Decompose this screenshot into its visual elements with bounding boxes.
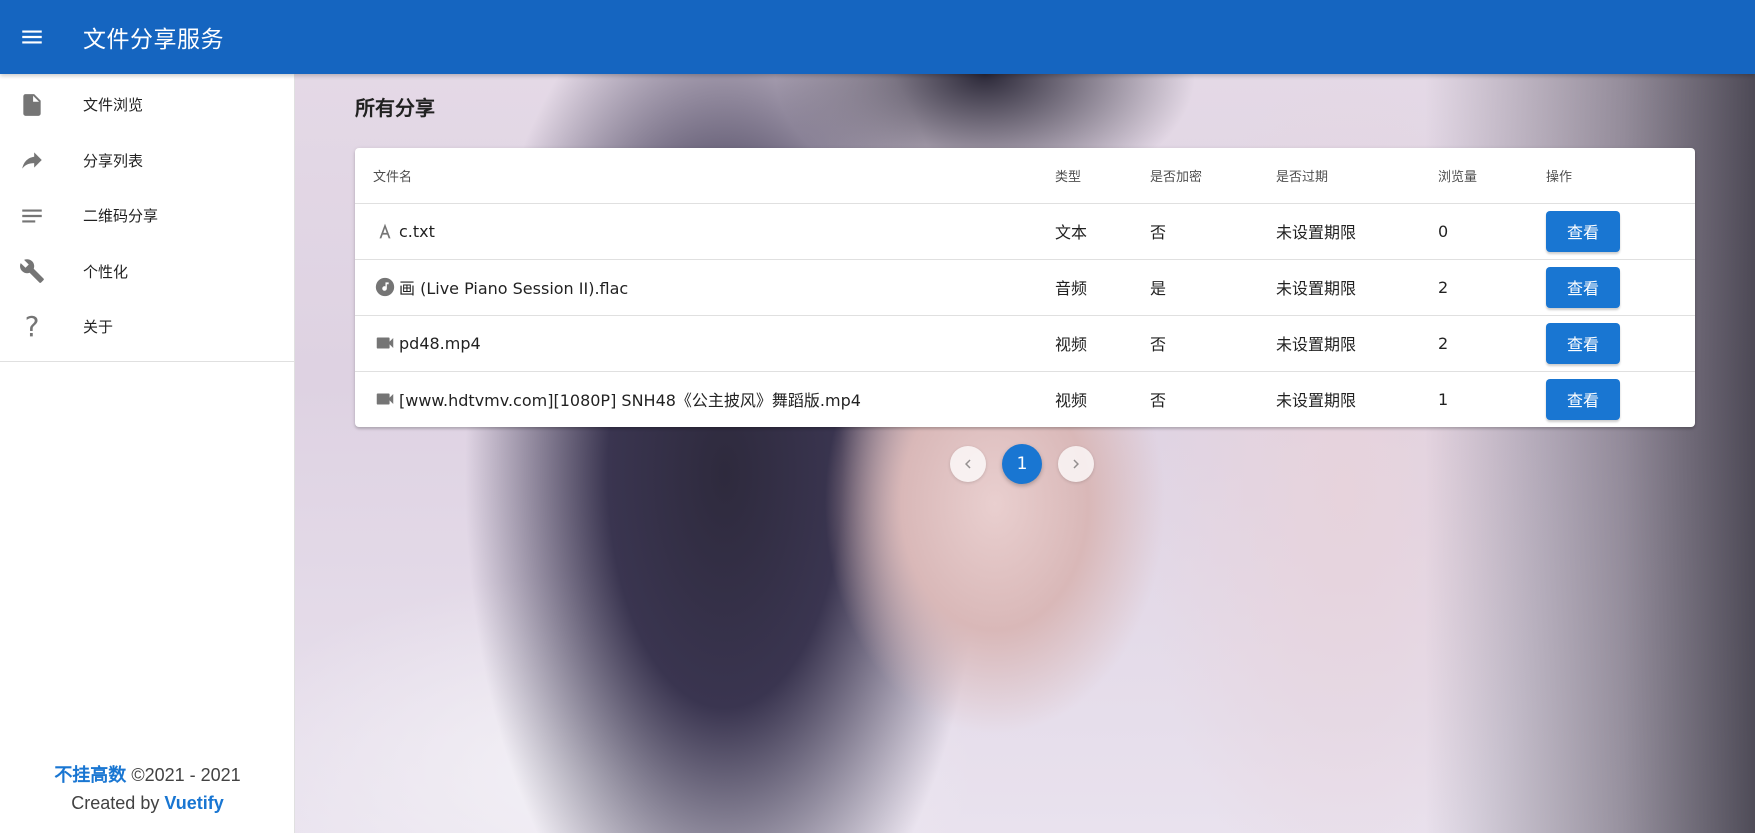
- chevron-left-icon: [965, 459, 971, 469]
- encrypted-status: 是: [1150, 259, 1276, 316]
- share-table: 文件名 类型 是否加密 是否过期 浏览量 操作 c.txt 文本 否 未设置期限…: [355, 148, 1695, 427]
- expiry-status: 未设置期限: [1276, 259, 1438, 316]
- pagination: 1: [950, 444, 1094, 484]
- file-type: 音频: [1055, 259, 1150, 316]
- expiry-status: 未设置期限: [1276, 315, 1438, 372]
- video-icon: [373, 387, 397, 411]
- view-count: 1: [1438, 389, 1449, 409]
- table-row: 画 (Live Piano Session II).flac 音频 是 未设置期…: [355, 259, 1695, 316]
- app-title: 文件分享服务: [83, 27, 224, 53]
- column-header-views[interactable]: 浏览量: [1438, 148, 1546, 204]
- previous-page-button[interactable]: [950, 446, 986, 482]
- music-icon: [373, 275, 397, 299]
- column-header-filename[interactable]: 文件名: [355, 148, 1055, 204]
- column-header-actions: 操作: [1546, 148, 1695, 204]
- next-page-button[interactable]: [1058, 446, 1094, 482]
- sidebar-item-file-browse[interactable]: 文件浏览: [0, 77, 294, 133]
- sidebar-item-share-list[interactable]: 分享列表: [0, 133, 294, 189]
- sidebar-item-label: 个性化: [83, 262, 129, 281]
- encrypted-status: 否: [1150, 315, 1276, 372]
- share-icon: [22, 152, 42, 169]
- column-header-encrypted[interactable]: 是否加密: [1150, 148, 1276, 204]
- file-name: c.txt: [399, 221, 435, 241]
- share-table-card: 文件名 类型 是否加密 是否过期 浏览量 操作 c.txt 文本 否 未设置期限…: [355, 148, 1695, 427]
- column-header-type[interactable]: 类型: [1055, 148, 1150, 204]
- file-name: [www.hdtvmv.com][1080P] SNH48《公主披风》舞蹈版.m…: [399, 391, 861, 411]
- table-header-row: 文件名 类型 是否加密 是否过期 浏览量 操作: [355, 148, 1695, 204]
- menu-button[interactable]: [0, 0, 64, 74]
- lines-icon: [22, 209, 42, 223]
- sidebar-item-label: 分享列表: [83, 151, 144, 170]
- sidebar-item-label: 关于: [83, 318, 114, 337]
- encrypted-status: 否: [1150, 203, 1276, 260]
- page-title: 所有分享: [355, 96, 435, 120]
- sidebar-item-qrcode-share[interactable]: 二维码分享: [0, 188, 294, 244]
- sidebar-item-about[interactable]: ? 关于: [0, 299, 294, 355]
- table-row: c.txt 文本 否 未设置期限 0 查看: [355, 203, 1695, 260]
- footer: 不挂高数 ©2021 - 2021 Created by Vuetify: [0, 761, 295, 817]
- view-button[interactable]: 查看: [1546, 266, 1620, 308]
- sidebar-item-label: 二维码分享: [83, 207, 159, 226]
- chevron-right-icon: [1073, 459, 1079, 469]
- file-type: 视频: [1055, 315, 1150, 372]
- file-name: 画 (Live Piano Session II).flac: [399, 279, 629, 298]
- view-button[interactable]: 查看: [1546, 210, 1620, 252]
- question-icon: ?: [24, 309, 40, 343]
- view-count: 0: [1438, 203, 1546, 260]
- video-icon: [373, 331, 397, 355]
- wrench-icon: [20, 259, 44, 284]
- expiry-status: 未设置期限: [1276, 391, 1357, 411]
- hamburger-menu-icon: [22, 30, 42, 44]
- file-name: pd48.mp4: [399, 333, 481, 353]
- view-button[interactable]: 查看: [1546, 322, 1620, 364]
- expiry-status: 未设置期限: [1276, 203, 1438, 260]
- main-content: 所有分享 文件名 类型 是否加密 是否过期 浏览量 操作 c.txt 文本 否 …: [295, 74, 1755, 833]
- text-icon: [373, 219, 397, 243]
- sidebar: 文件浏览 分享列表 二维码分享 个性化 ? 关于 不挂高数 ©2021 - 20…: [0, 74, 295, 833]
- nav-list: 文件浏览 分享列表 二维码分享 个性化 ? 关于: [0, 74, 294, 362]
- copyright-text: ©2021 - 2021: [131, 765, 241, 785]
- sidebar-item-label: 文件浏览: [83, 96, 144, 115]
- view-count: 2: [1438, 259, 1546, 316]
- page-number-button[interactable]: 1: [1002, 444, 1042, 484]
- file-type: 文本: [1055, 203, 1150, 260]
- file-type: 视频: [1055, 391, 1088, 411]
- vuetify-link[interactable]: Vuetify: [164, 793, 223, 813]
- view-button[interactable]: 查看: [1546, 378, 1620, 420]
- column-header-expired[interactable]: 是否过期: [1276, 148, 1438, 204]
- table-row: pd48.mp4 视频 否 未设置期限 2 查看: [355, 315, 1695, 372]
- view-count: 2: [1438, 315, 1546, 372]
- file-icon: [23, 93, 41, 116]
- app-bar: 文件分享服务: [0, 0, 1755, 74]
- table-row: [www.hdtvmv.com][1080P] SNH48《公主披风》舞蹈版.m…: [355, 371, 1695, 427]
- encrypted-status: 否: [1150, 391, 1167, 411]
- created-by-text: Created by: [71, 793, 160, 813]
- sidebar-item-personalize[interactable]: 个性化: [0, 244, 294, 300]
- author-link[interactable]: 不挂高数: [54, 765, 126, 785]
